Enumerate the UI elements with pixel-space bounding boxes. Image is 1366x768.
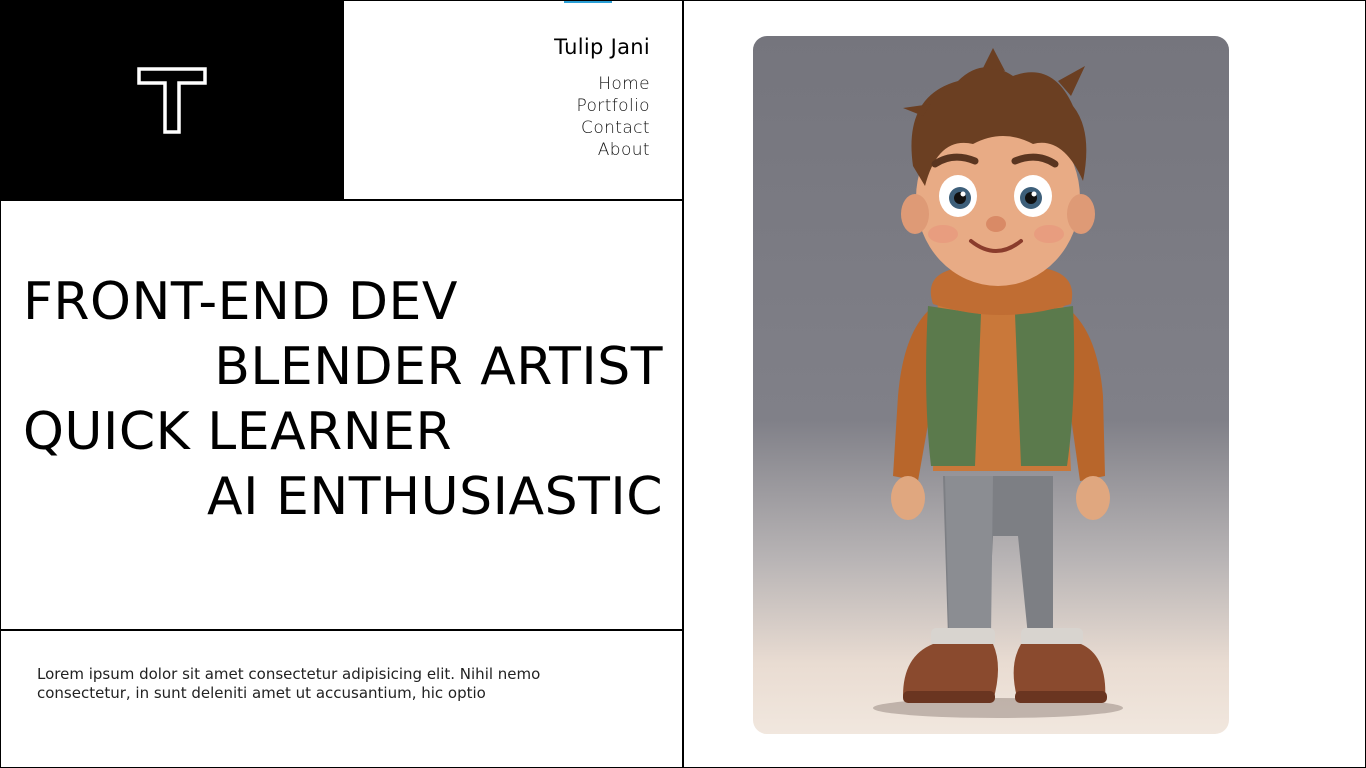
nav-item-portfolio[interactable]: Portfolio [576, 95, 650, 117]
cartoon-boy-avatar [873, 48, 1123, 718]
nav-item-home[interactable]: Home [576, 73, 650, 95]
portfolio-page: Tulip Jani Home Portfolio Contact About … [0, 0, 1366, 768]
left-column: Tulip Jani Home Portfolio Contact About … [1, 1, 684, 768]
portrait-image [753, 36, 1229, 734]
intro-paragraph: Lorem ipsum dolor sit amet consectetur a… [37, 665, 541, 702]
hero-line-ai: AI ENTHUSIASTIC [207, 467, 663, 527]
t-monogram-icon [137, 67, 207, 134]
brand-name[interactable]: Tulip Jani [554, 35, 650, 59]
nav-item-contact[interactable]: Contact [576, 117, 650, 139]
nav-block: Tulip Jani Home Portfolio Contact About [344, 1, 682, 199]
logo[interactable] [1, 1, 344, 199]
right-column [684, 1, 1366, 767]
hero-line-frontend: FRONT-END DEV [23, 272, 458, 332]
hero-line-learner: QUICK LEARNER [23, 402, 453, 462]
nav-item-about[interactable]: About [576, 139, 650, 161]
hero-line-blender: BLENDER ARTIST [214, 337, 663, 397]
hero-section: FRONT-END DEV BLENDER ARTIST QUICK LEARN… [1, 201, 682, 631]
header-row: Tulip Jani Home Portfolio Contact About [1, 1, 682, 201]
nav-menu: Home Portfolio Contact About [576, 73, 650, 161]
